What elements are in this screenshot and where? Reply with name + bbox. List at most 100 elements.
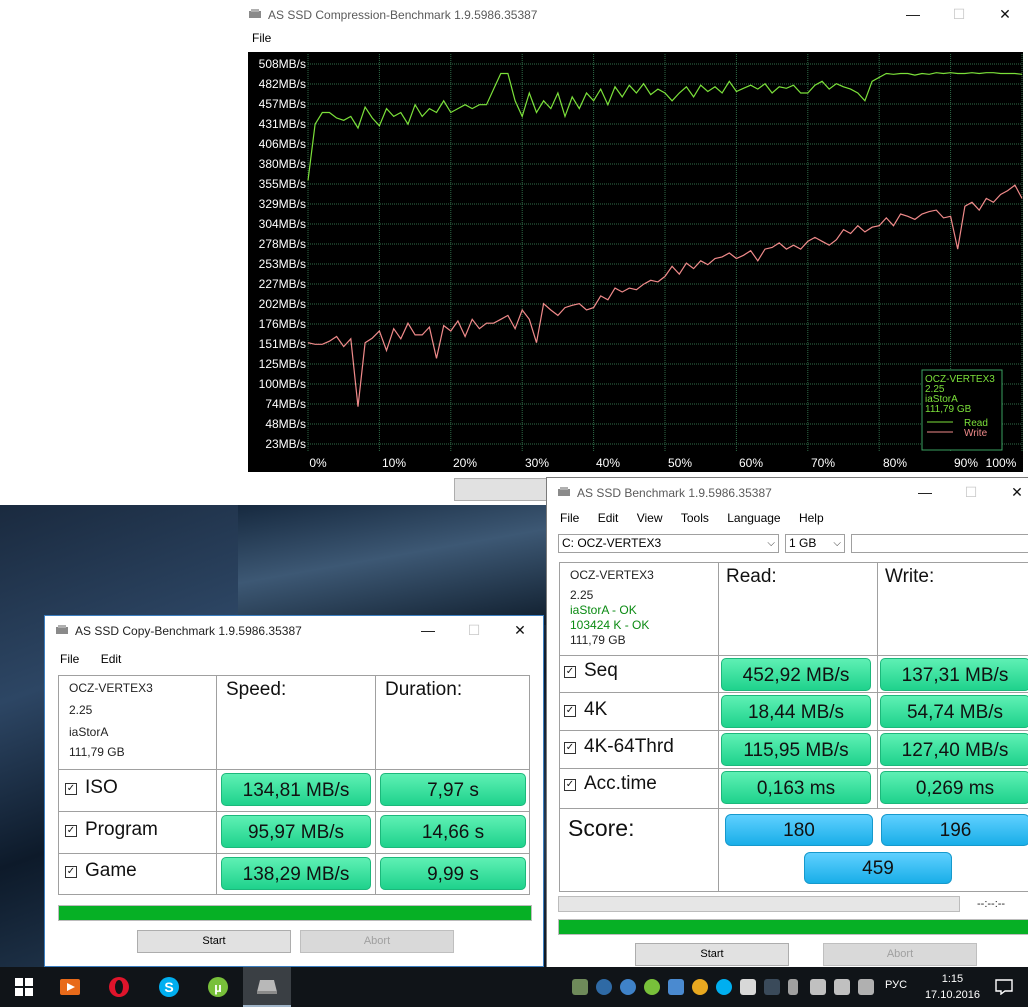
close-button[interactable]: ✕ <box>994 478 1028 508</box>
tray-icon-5[interactable] <box>668 979 684 995</box>
drive-icon <box>249 9 261 18</box>
y-tick-label: 100MB/s <box>259 377 306 391</box>
maximize-button[interactable]: ☐ <box>948 478 994 508</box>
maximize-button[interactable]: ☐ <box>451 616 497 646</box>
keyboard-icon[interactable] <box>858 979 874 995</box>
taskbar-media-player[interactable] <box>46 967 94 1007</box>
row-seq-label[interactable]: ✓ Seq <box>564 660 618 682</box>
drive-firmware: 2.25 <box>570 588 594 602</box>
4k-write: 54,74 MB/s <box>880 695 1028 728</box>
x-tick-label: 0% <box>309 456 327 470</box>
tray-icon-4[interactable] <box>644 979 660 995</box>
row-iso-label[interactable]: ✓ ISO <box>65 777 118 799</box>
maximize-button[interactable]: ☐ <box>936 0 982 30</box>
elapsed-bar <box>558 896 960 912</box>
menu-help[interactable]: Help <box>799 511 824 525</box>
copy-start-button[interactable]: Start <box>137 930 291 953</box>
checkbox[interactable]: ✓ <box>564 666 576 678</box>
tray-icon-1[interactable] <box>572 979 588 995</box>
tray-icon-7[interactable] <box>716 979 732 995</box>
language-indicator[interactable]: РУС <box>885 979 907 991</box>
opera-icon <box>109 977 129 997</box>
minimize-button[interactable]: — <box>902 478 948 508</box>
checkbox[interactable]: ✓ <box>564 779 576 791</box>
size-select[interactable]: 1 GB ⌵ <box>785 534 845 553</box>
checkbox[interactable]: ✓ <box>564 705 576 717</box>
bench-title: AS SSD Benchmark 1.9.5986.35387 <box>577 486 772 500</box>
bench-abort-button[interactable]: Abort <box>823 943 977 966</box>
compression-titlebar[interactable]: AS SSD Compression-Benchmark 1.9.5986.35… <box>238 0 1028 30</box>
menu-language[interactable]: Language <box>727 511 780 525</box>
svg-text:µ: µ <box>214 980 222 995</box>
action-center-button[interactable] <box>980 967 1028 1007</box>
tray-icon-2[interactable] <box>596 979 612 995</box>
battery-icon[interactable] <box>788 979 798 995</box>
copy-progress-fill <box>59 906 531 920</box>
bench-titlebar[interactable]: AS SSD Benchmark 1.9.5986.35387 — ☐ ✕ <box>547 478 1028 508</box>
as-ssd-icon <box>257 980 277 994</box>
media-player-icon <box>60 979 80 995</box>
notification-icon <box>995 979 1013 995</box>
taskbar: S µ РУС 1:15 17.10.2016 <box>0 967 1028 1007</box>
copy-titlebar[interactable]: AS SSD Copy-Benchmark 1.9.5986.35387 — ☐… <box>45 616 543 646</box>
taskbar-as-ssd[interactable] <box>243 967 291 1007</box>
chart-background <box>248 52 1023 472</box>
x-tick-label: 10% <box>382 456 406 470</box>
row-acctime-label[interactable]: ✓ Acc.time <box>564 773 657 795</box>
menu-edit[interactable]: Edit <box>598 511 619 525</box>
row-program-label[interactable]: ✓ Program <box>65 819 158 841</box>
volume-icon[interactable] <box>834 979 850 995</box>
copy-abort-button[interactable]: Abort <box>300 930 454 953</box>
menu-file[interactable]: File <box>60 652 79 666</box>
checkbox[interactable]: ✓ <box>65 866 77 878</box>
x-tick-label: 50% <box>668 456 692 470</box>
bench-progress-fill <box>559 920 1028 934</box>
checkbox[interactable]: ✓ <box>65 825 77 837</box>
drive-name: OCZ-VERTEX3 <box>570 568 654 582</box>
start-button[interactable] <box>0 967 48 1007</box>
copy-benchmark-window: AS SSD Copy-Benchmark 1.9.5986.35387 — ☐… <box>44 615 544 967</box>
seq-write: 137,31 MB/s <box>880 658 1028 691</box>
duration-header: Duration: <box>385 679 463 700</box>
checkbox[interactable]: ✓ <box>65 783 77 795</box>
close-button[interactable]: ✕ <box>497 616 543 646</box>
minimize-button[interactable]: — <box>405 616 451 646</box>
drive-icon <box>558 487 570 496</box>
copy-menubar: File Edit <box>45 652 543 666</box>
network-icon[interactable] <box>810 979 826 995</box>
acctime-read: 0,163 ms <box>721 771 871 804</box>
notes-input[interactable] <box>851 534 1028 553</box>
x-tick-label: 40% <box>596 456 620 470</box>
4k64-read: 115,95 MB/s <box>721 733 871 766</box>
taskbar-opera[interactable] <box>95 967 143 1007</box>
clock[interactable]: 1:15 17.10.2016 <box>925 971 980 1003</box>
row-game-label[interactable]: ✓ Game <box>65 860 137 882</box>
chevron-down-icon: ⌵ <box>833 538 841 549</box>
taskbar-utorrent[interactable]: µ <box>194 967 242 1007</box>
tray-icon-9[interactable] <box>764 979 780 995</box>
tray-icon-6[interactable] <box>692 979 708 995</box>
y-tick-label: 278MB/s <box>259 237 306 251</box>
y-tick-label: 125MB/s <box>259 357 306 371</box>
score-read: 180 <box>725 814 873 846</box>
compression-chart: 508MB/s 482MB/s 457MB/s 431MB/s 406MB/s 380MB… <box>248 52 1023 472</box>
minimize-button[interactable]: — <box>890 0 936 30</box>
skype-icon: S <box>159 977 179 997</box>
close-button[interactable]: ✕ <box>982 0 1028 30</box>
tray-icon-3[interactable] <box>620 979 636 995</box>
bench-start-button[interactable]: Start <box>635 943 789 966</box>
menu-tools[interactable]: Tools <box>681 511 709 525</box>
drive-select[interactable]: C: OCZ-VERTEX3 ⌵ <box>558 534 779 553</box>
copy-title: AS SSD Copy-Benchmark 1.9.5986.35387 <box>75 624 302 638</box>
checkbox[interactable]: ✓ <box>564 742 576 754</box>
row-4k-label[interactable]: ✓ 4K <box>564 699 607 721</box>
menu-view[interactable]: View <box>637 511 663 525</box>
compression-title: AS SSD Compression-Benchmark 1.9.5986.35… <box>268 8 538 22</box>
tray-icon-8[interactable] <box>740 979 756 995</box>
menu-edit[interactable]: Edit <box>101 652 122 666</box>
row-4k64-label[interactable]: ✓ 4K-64Thrd <box>564 736 674 758</box>
taskbar-skype[interactable]: S <box>145 967 193 1007</box>
menu-file[interactable]: File <box>252 31 271 45</box>
y-tick-label: 202MB/s <box>259 297 306 311</box>
menu-file[interactable]: File <box>560 511 579 525</box>
